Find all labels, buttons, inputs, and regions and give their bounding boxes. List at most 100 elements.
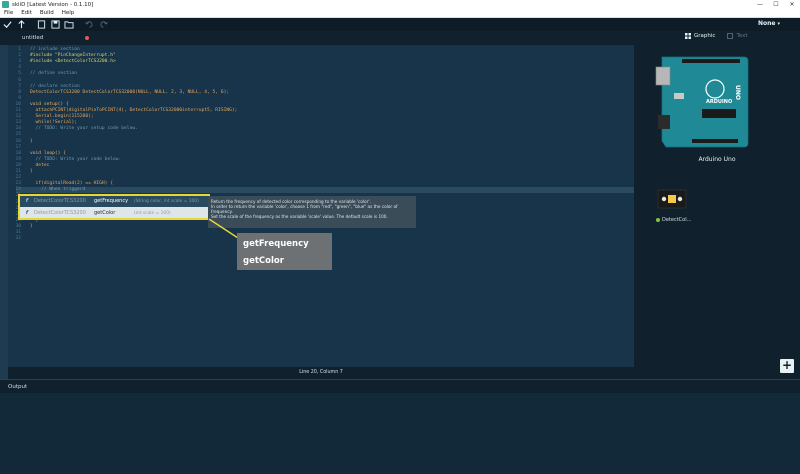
output-panel-header: Output	[0, 379, 800, 393]
line-number: 4	[18, 65, 21, 71]
tab-label: Graphic	[694, 33, 716, 39]
code-line: // define section	[30, 71, 78, 77]
doc-line: Set the scale of the frequency as the va…	[211, 214, 388, 219]
save-button[interactable]	[48, 18, 62, 31]
board-name: Arduino Uno	[698, 156, 736, 163]
line-number: 6	[18, 77, 21, 83]
view-tabs: Graphic Text	[685, 33, 748, 39]
line-number: 11	[15, 108, 21, 113]
status-dot-icon	[656, 218, 660, 222]
redo-icon	[99, 21, 108, 28]
close-button[interactable]: ✕	[784, 0, 800, 9]
verify-button[interactable]	[0, 18, 14, 31]
check-icon	[2, 21, 12, 29]
line-number: 24	[15, 187, 21, 193]
module-item-detectcolor[interactable]: DetectCol...	[656, 217, 691, 223]
title-bar: skiiD [Latest Version - 0.1.10] — ☐ ✕	[0, 0, 800, 9]
line-number: 12	[15, 114, 21, 120]
line-number: 13	[15, 120, 21, 126]
analog-header	[692, 139, 738, 143]
tab-label: Text	[736, 33, 748, 39]
code-line: }	[30, 138, 33, 144]
open-folder-button[interactable]	[62, 18, 76, 31]
menu-help[interactable]: Help	[58, 10, 79, 16]
code-line: // When triggerd	[30, 187, 86, 193]
line-number: 23	[15, 181, 21, 187]
board-brand-text: ARDUINO	[706, 99, 732, 105]
save-icon	[50, 20, 60, 29]
maximize-button[interactable]: ☐	[768, 0, 784, 9]
line-number: 31	[15, 230, 21, 235]
mcu-chip	[702, 109, 736, 118]
code-line: detec	[30, 162, 50, 168]
file-tab-bar: untitled	[0, 31, 634, 45]
line-number: 2	[18, 53, 21, 59]
annotation-connector	[208, 218, 239, 239]
line-number: 21	[15, 169, 21, 174]
line-number: 32	[15, 236, 21, 242]
line-number: 1	[18, 47, 21, 52]
menu-bar: File Edit Build Help	[0, 9, 800, 18]
code-line: DetectColorTCS3200 DetectColorTCS32000(N…	[30, 89, 230, 95]
upload-button[interactable]	[14, 18, 28, 31]
usb-port	[655, 66, 671, 86]
module-label: DetectCol...	[662, 217, 692, 223]
folder-icon	[64, 21, 74, 29]
window-title: skiiD [Latest Version - 0.1.10]	[12, 1, 94, 8]
line-number: 15	[15, 132, 21, 138]
current-line-highlight	[16, 187, 634, 193]
output-title: Output	[8, 384, 28, 390]
line-number: 14	[15, 126, 21, 132]
code-line: void setup() {	[30, 101, 69, 107]
code-line: Serial.begin(115200);	[30, 114, 94, 120]
callout-item: getFrequency	[243, 239, 309, 249]
undo-button[interactable]	[82, 18, 96, 31]
menu-file[interactable]: File	[0, 10, 17, 16]
minimize-button[interactable]: —	[752, 0, 768, 9]
line-number: 9	[18, 95, 21, 101]
arduino-uno-board[interactable]: ARDUINO UNO	[652, 53, 754, 155]
grid-icon	[685, 33, 691, 39]
tab-untitled[interactable]: untitled	[0, 31, 99, 45]
tab-graphic[interactable]: Graphic	[685, 33, 715, 39]
annotation-highlight-box	[18, 194, 210, 220]
line-number: 7	[18, 83, 21, 89]
unsaved-indicator	[85, 36, 90, 40]
new-file-button[interactable]	[34, 18, 48, 31]
line-number: 18	[15, 150, 21, 156]
code-line: // TODO: Write your code below.	[30, 156, 122, 162]
power-jack	[658, 115, 670, 129]
redo-button[interactable]	[96, 18, 110, 31]
undo-icon	[84, 21, 93, 28]
code-line: // TODO: Write your setup code below.	[30, 126, 138, 132]
line-number: 22	[15, 175, 21, 181]
code-line: attachPCINT(digitalPinToPCINT(4), Detect…	[30, 108, 238, 113]
chevron-down-icon: ▾	[777, 21, 780, 27]
tab-text[interactable]: Text	[727, 33, 748, 39]
board-select-value: None	[758, 20, 776, 27]
upload-arrow-icon	[17, 20, 25, 29]
toolbar: None ▾	[0, 18, 800, 31]
board-select-dropdown[interactable]: None ▾	[758, 20, 780, 27]
board-model-text: UNO	[734, 85, 741, 100]
line-number: 8	[18, 89, 21, 95]
line-number: 3	[18, 59, 21, 65]
tab-label: untitled	[22, 35, 44, 41]
board-panel: Graphic Text ARDUINO UNO Arduino Uno Det…	[634, 31, 800, 379]
add-component-button[interactable]: +	[780, 359, 794, 373]
document-icon	[727, 33, 734, 39]
code-line: // declare section	[30, 83, 80, 89]
code-line: #include "PinChangeInterrupt.h"	[30, 53, 116, 59]
menu-edit[interactable]: Edit	[17, 10, 36, 16]
cursor-position-status: Line 20, Column 7	[8, 367, 634, 379]
menu-build[interactable]: Build	[36, 10, 58, 16]
code-line: void loop() {	[30, 150, 66, 156]
new-file-icon	[37, 20, 45, 29]
code-line: while(!Serial);	[30, 120, 78, 126]
line-number: 5	[18, 71, 21, 77]
doc-line: In order to return the variable 'color',…	[211, 204, 398, 214]
line-number: 16	[15, 138, 21, 144]
line-number: 10	[15, 101, 21, 107]
code-line: if(digitalRead(2) == HIGH) {	[30, 181, 113, 187]
annotation-callout: getFrequency getColor	[237, 233, 332, 270]
